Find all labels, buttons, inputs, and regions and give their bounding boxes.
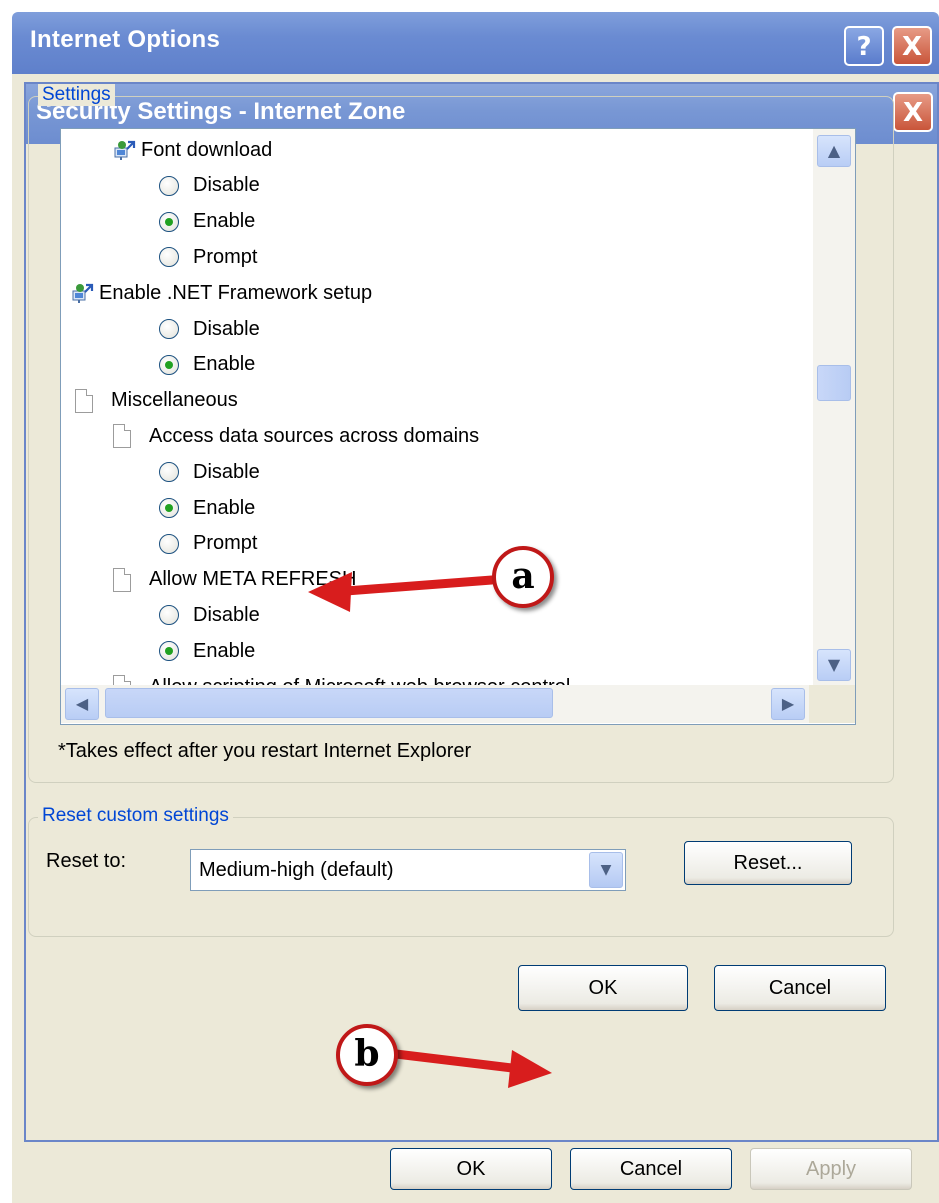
document-icon (113, 675, 131, 685)
document-icon (113, 567, 131, 592)
reset-level-dropdown[interactable]: Medium-high (default) ▼ (190, 849, 626, 891)
outer-cancel-button[interactable]: Cancel (570, 1148, 732, 1190)
internet-options-title: Internet Options (30, 26, 221, 53)
scroll-up-button[interactable]: ▲ (817, 135, 851, 167)
vertical-scroll-thumb[interactable] (817, 365, 851, 401)
tree-label: Font download (141, 138, 273, 161)
scroll-right-button[interactable]: ▶ (771, 688, 805, 720)
radio-option[interactable]: Disable (159, 598, 260, 632)
radio-option[interactable]: Enable (159, 205, 255, 239)
annotation-a: a (492, 546, 554, 608)
radio-unselected[interactable] (159, 175, 179, 196)
settings-tree[interactable]: Font download Disable Enable Prompt Enable .… (60, 128, 856, 725)
radio-unselected[interactable] (159, 533, 179, 554)
reset-to-label: Reset to: (46, 850, 127, 872)
radio-unselected[interactable] (159, 319, 179, 339)
tree-node: Font download (113, 133, 272, 167)
network-setting-icon (113, 139, 136, 161)
vertical-scrollbar[interactable]: ▲ ▼ (813, 129, 855, 685)
desktop-edge (0, 74, 12, 1203)
tree-label: Allow scripting of Microsoft web browser… (149, 676, 570, 686)
tree-label: Miscellaneous (111, 389, 238, 412)
network-setting-icon (71, 282, 94, 304)
radio-unselected[interactable] (159, 247, 179, 268)
tree-label: Enable (193, 353, 256, 376)
reset-group-label: Reset custom settings (38, 805, 233, 827)
outer-apply-button[interactable]: Apply (750, 1148, 912, 1190)
horizontal-scroll-thumb[interactable] (105, 688, 553, 718)
radio-selected[interactable] (159, 211, 179, 232)
tree-label: Enable (193, 496, 256, 519)
radio-selected[interactable] (159, 354, 179, 375)
reset-level-value: Medium-high (default) (199, 859, 394, 881)
reset-button[interactable]: Reset... (684, 841, 852, 885)
scrollbar-corner (809, 685, 855, 723)
tree-label: Disable (193, 460, 260, 483)
outer-close-button[interactable]: X (892, 26, 932, 66)
radio-option[interactable]: Disable (159, 312, 260, 346)
tree-label: Disable (193, 317, 260, 340)
tree-label: Disable (193, 174, 260, 197)
tree-label: Enable (193, 210, 256, 233)
radio-selected[interactable] (159, 641, 179, 662)
ok-button[interactable]: OK (518, 965, 688, 1011)
help-button[interactable]: ? (844, 26, 884, 66)
radio-option[interactable]: Prompt (159, 240, 257, 274)
document-icon (113, 424, 131, 449)
radio-selected[interactable] (159, 498, 179, 518)
radio-option[interactable]: Enable (159, 348, 255, 382)
document-icon (75, 388, 93, 413)
tree-label: Enable (193, 639, 256, 662)
tree-node: Miscellaneous (75, 384, 238, 418)
tree-node: Enable .NET Framework setup (71, 276, 372, 310)
annotation-b: b (336, 1024, 398, 1086)
outer-ok-button[interactable]: OK (390, 1148, 552, 1190)
radio-option[interactable]: Prompt (159, 527, 257, 561)
chevron-down-icon[interactable]: ▼ (589, 852, 623, 888)
scroll-left-button[interactable]: ◀ (65, 688, 99, 720)
tree-label: Access data sources across domains (149, 424, 480, 447)
radio-unselected[interactable] (159, 462, 179, 483)
tree-node: Allow META REFRESH (113, 563, 356, 597)
settings-tree-rows: Font download Disable Enable Prompt Enable .… (61, 129, 809, 685)
tree-label: Disable (193, 603, 260, 626)
radio-unselected[interactable] (159, 605, 179, 626)
settings-group-label: Settings (38, 84, 115, 106)
horizontal-scrollbar[interactable]: ◀ ▶ (61, 685, 809, 723)
radio-option[interactable]: Disable (159, 455, 260, 489)
tree-node: Allow scripting of Microsoft web browser… (113, 670, 570, 685)
tree-label: Prompt (193, 245, 258, 268)
tree-node: Access data sources across domains (113, 419, 479, 453)
tree-label: Prompt (193, 532, 258, 555)
radio-option[interactable]: Enable (159, 491, 255, 525)
internet-options-titlebar: Internet Options ? X (12, 12, 939, 74)
radio-option[interactable]: Enable (159, 634, 255, 668)
dialog-close-button[interactable]: X (893, 92, 933, 132)
cancel-button[interactable]: Cancel (714, 965, 886, 1011)
scroll-down-button[interactable]: ▼ (817, 649, 851, 681)
restart-note: *Takes effect after you restart Internet… (58, 740, 472, 762)
tree-label: Allow META REFRESH (149, 568, 357, 591)
radio-option[interactable]: Disable (159, 169, 260, 203)
tree-label: Enable .NET Framework setup (99, 281, 373, 304)
